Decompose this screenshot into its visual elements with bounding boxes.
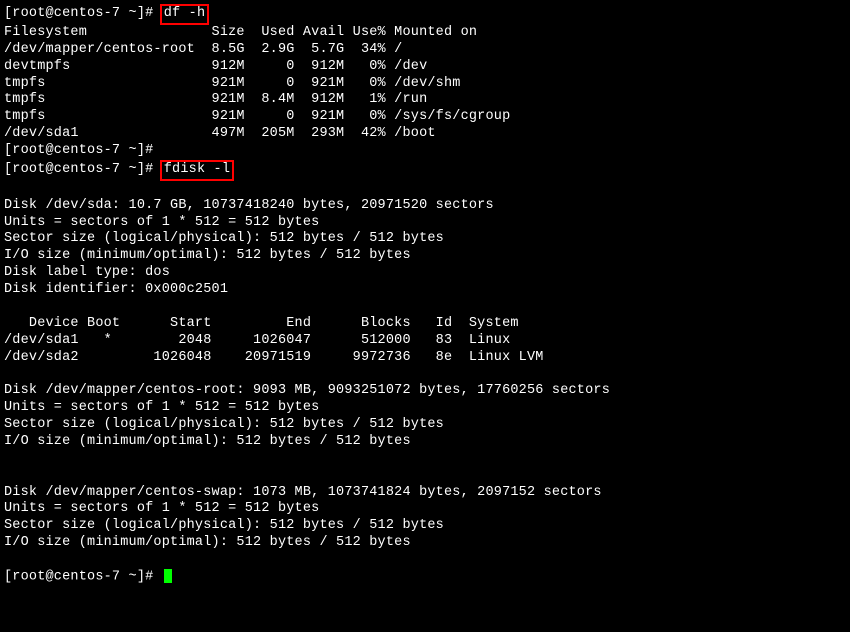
df-row: /dev/sda1 497M 205M 293M 42% /boot bbox=[4, 126, 846, 143]
df-header: Filesystem Size Used Avail Use% Mounted … bbox=[4, 25, 846, 42]
fdisk-line: Sector size (logical/physical): 512 byte… bbox=[4, 518, 846, 535]
fdisk-line: Units = sectors of 1 * 512 = 512 bytes bbox=[4, 215, 846, 232]
blank-line bbox=[4, 468, 846, 485]
fdisk-line: Units = sectors of 1 * 512 = 512 bytes bbox=[4, 400, 846, 417]
prompt-line-final[interactable]: [root@centos-7 ~]# bbox=[4, 569, 846, 586]
fdisk-line: Disk /dev/sda: 10.7 GB, 10737418240 byte… bbox=[4, 198, 846, 215]
blank-line bbox=[4, 366, 846, 383]
command-highlight-2: fdisk -l bbox=[160, 160, 234, 181]
prompt-line-2[interactable]: [root@centos-7 ~]# fdisk -l bbox=[4, 160, 846, 181]
fdisk-line: Disk identifier: 0x000c2501 bbox=[4, 282, 846, 299]
prompt-line-empty[interactable]: [root@centos-7 ~]# bbox=[4, 143, 846, 160]
df-output: /dev/mapper/centos-root 8.5G 2.9G 5.7G 3… bbox=[4, 42, 846, 143]
fdisk-swap-block: Disk /dev/mapper/centos-swap: 1073 MB, 1… bbox=[4, 485, 846, 553]
partition-row: /dev/sda1 * 2048 1026047 512000 83 Linux bbox=[4, 333, 846, 350]
fdisk-line: Disk /dev/mapper/centos-root: 9093 MB, 9… bbox=[4, 383, 846, 400]
fdisk-line: Units = sectors of 1 * 512 = 512 bytes bbox=[4, 501, 846, 518]
df-row: tmpfs 921M 0 921M 0% /sys/fs/cgroup bbox=[4, 109, 846, 126]
fdisk-line: Sector size (logical/physical): 512 byte… bbox=[4, 417, 846, 434]
fdisk-line: Sector size (logical/physical): 512 byte… bbox=[4, 231, 846, 248]
fdisk-line: I/O size (minimum/optimal): 512 bytes / … bbox=[4, 535, 846, 552]
prompt-text: [root@centos-7 ~]# bbox=[4, 6, 162, 21]
command-text-1: df -h bbox=[164, 6, 206, 21]
fdisk-line: I/O size (minimum/optimal): 512 bytes / … bbox=[4, 248, 846, 265]
cursor-block bbox=[164, 569, 172, 583]
blank-line bbox=[4, 299, 846, 316]
prompt-text: [root@centos-7 ~]# bbox=[4, 569, 162, 584]
blank-line bbox=[4, 181, 846, 198]
prompt-line-1[interactable]: [root@centos-7 ~]# df -h bbox=[4, 4, 846, 25]
fdisk-root-block: Disk /dev/mapper/centos-root: 9093 MB, 9… bbox=[4, 383, 846, 451]
fdisk-line: Disk /dev/mapper/centos-swap: 1073 MB, 1… bbox=[4, 485, 846, 502]
blank-line bbox=[4, 451, 846, 468]
blank-line bbox=[4, 552, 846, 569]
command-text-2: fdisk -l bbox=[164, 162, 230, 177]
command-highlight-1: df -h bbox=[160, 4, 210, 25]
fdisk-sda-block: Disk /dev/sda: 10.7 GB, 10737418240 byte… bbox=[4, 198, 846, 299]
partition-header: Device Boot Start End Blocks Id System bbox=[4, 316, 846, 333]
fdisk-line: I/O size (minimum/optimal): 512 bytes / … bbox=[4, 434, 846, 451]
prompt-text: [root@centos-7 ~]# bbox=[4, 162, 162, 177]
df-row: tmpfs 921M 0 921M 0% /dev/shm bbox=[4, 76, 846, 93]
partition-rows: /dev/sda1 * 2048 1026047 512000 83 Linux… bbox=[4, 333, 846, 367]
df-row: devtmpfs 912M 0 912M 0% /dev bbox=[4, 59, 846, 76]
df-row: /dev/mapper/centos-root 8.5G 2.9G 5.7G 3… bbox=[4, 42, 846, 59]
partition-row: /dev/sda2 1026048 20971519 9972736 8e Li… bbox=[4, 350, 846, 367]
df-row: tmpfs 921M 8.4M 912M 1% /run bbox=[4, 92, 846, 109]
fdisk-line: Disk label type: dos bbox=[4, 265, 846, 282]
